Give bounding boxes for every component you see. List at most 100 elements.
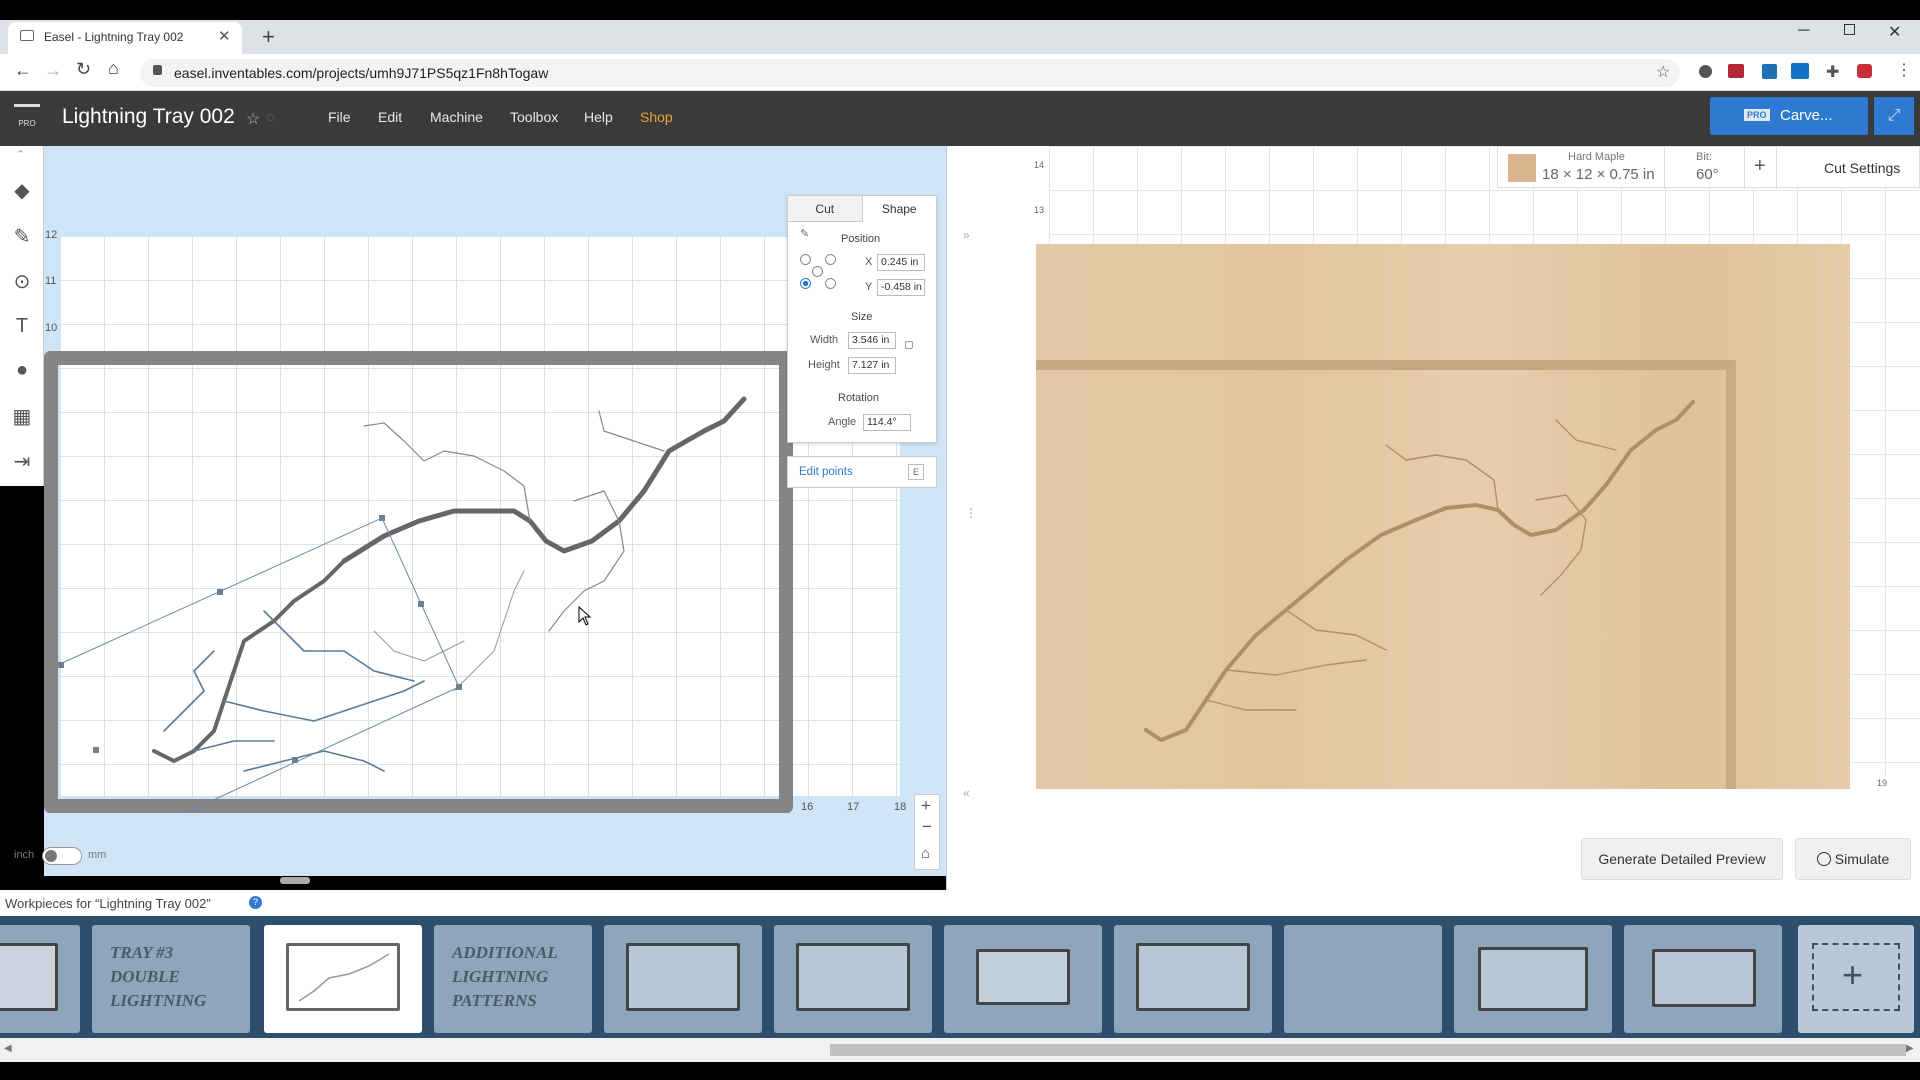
- new-tab-icon[interactable]: +: [262, 24, 275, 50]
- zoom-home-icon[interactable]: ⌂: [921, 845, 930, 862]
- sep-3: [1776, 147, 1777, 189]
- pen-icon[interactable]: ✎: [6, 220, 38, 252]
- tab-shape[interactable]: Shape: [863, 196, 937, 222]
- bookmark-star-icon[interactable]: ☆: [1656, 62, 1670, 82]
- lightning-design[interactable]: [44, 351, 793, 813]
- zoom-out-icon[interactable]: −: [922, 817, 932, 837]
- height-input[interactable]: 7.127 in: [848, 357, 896, 374]
- restore-icon[interactable]: [1844, 24, 1855, 35]
- anchor-bottom-right[interactable]: [825, 278, 836, 289]
- reload-icon[interactable]: ↻: [76, 59, 91, 80]
- menu-toolbox[interactable]: Toolbox: [510, 109, 558, 125]
- point-icon[interactable]: ⊙: [6, 265, 38, 297]
- home-icon[interactable]: ⌂: [108, 58, 119, 79]
- browser-tab-bar: [0, 20, 1920, 54]
- menu-file[interactable]: File: [328, 109, 351, 125]
- zoom-in-icon[interactable]: +: [921, 796, 931, 816]
- workpiece-thumb[interactable]: [944, 925, 1102, 1033]
- workpiece-thumb[interactable]: [1114, 925, 1272, 1033]
- forward-icon[interactable]: →: [44, 60, 62, 81]
- workpiece-thumb[interactable]: TRAY #3 DOUBLE LIGHTNING: [92, 925, 250, 1033]
- pin-icon[interactable]: ✎: [800, 227, 809, 240]
- browser-tab[interactable]: Easel - Lightning Tray 002 ✕: [8, 22, 242, 54]
- import-icon[interactable]: ⇥: [6, 445, 38, 477]
- tab-close-icon[interactable]: ✕: [218, 27, 231, 45]
- extension-circle-icon[interactable]: [1699, 65, 1712, 78]
- page-h-scrollbar[interactable]: ◀ ▶: [0, 1038, 1920, 1062]
- width-input[interactable]: 3.546 in: [848, 332, 896, 349]
- shapes-icon[interactable]: ◆: [6, 174, 38, 206]
- generate-preview-button[interactable]: Generate Detailed Preview: [1581, 838, 1783, 880]
- cut-settings-button[interactable]: Cut Settings: [1824, 160, 1900, 176]
- menu-help[interactable]: Help: [584, 109, 613, 125]
- anchor-bottom-left[interactable]: [800, 278, 811, 289]
- collapse-left-icon[interactable]: «: [963, 786, 970, 800]
- workpiece-thumb[interactable]: [1284, 925, 1442, 1033]
- size-label: Size: [851, 311, 873, 323]
- collapse-tools-icon[interactable]: ⌃: [16, 148, 25, 161]
- add-workpiece-button[interactable]: +: [1798, 925, 1914, 1033]
- aspect-lock-icon[interactable]: [905, 341, 913, 349]
- apps-apple-icon[interactable]: ●: [6, 354, 38, 386]
- unit-toggle-knob: [45, 850, 57, 862]
- pane-divider[interactable]: » ⋮ «: [946, 146, 977, 890]
- collapse-right-icon[interactable]: »: [963, 228, 970, 242]
- bit-value[interactable]: 60°: [1696, 166, 1719, 183]
- material-size[interactable]: 18 × 12 × 0.75 in: [1542, 166, 1655, 183]
- material-swatch[interactable]: [1508, 154, 1536, 182]
- expand-preview-button[interactable]: ⤢: [1874, 97, 1914, 135]
- anchor-center[interactable]: [812, 266, 823, 277]
- extension-new-icon[interactable]: [1791, 63, 1809, 79]
- minimize-icon[interactable]: ─: [1798, 22, 1809, 40]
- text-icon[interactable]: T: [6, 310, 38, 342]
- workpiece-outline: [0, 943, 58, 1011]
- browser-menu-icon[interactable]: ⋮: [1896, 60, 1912, 80]
- carve-button[interactable]: PRO Carve...: [1710, 97, 1868, 135]
- add-bit-button[interactable]: +: [1754, 155, 1766, 178]
- extension-pocket-icon[interactable]: [1857, 64, 1872, 78]
- scroll-right-icon[interactable]: ▶: [1906, 1043, 1914, 1054]
- angle-input[interactable]: 114.4°: [863, 414, 911, 431]
- sep-2: [1744, 147, 1745, 189]
- parts-icon[interactable]: ▦: [6, 400, 38, 432]
- workpiece-thumb-selected[interactable]: [264, 925, 422, 1033]
- edit-points-button[interactable]: Edit points E: [787, 456, 937, 488]
- scroll-left-icon[interactable]: ◀: [4, 1043, 12, 1054]
- y-input[interactable]: -0.458 in: [877, 279, 925, 296]
- workpiece-label: ADDITIONAL LIGHTNING PATTERNS: [452, 943, 558, 1010]
- workpiece-thumb[interactable]: [1624, 925, 1782, 1033]
- unit-toggle[interactable]: [42, 847, 82, 865]
- sep-1: [1664, 147, 1665, 189]
- workpiece-thumb[interactable]: [774, 925, 932, 1033]
- menu-machine[interactable]: Machine: [430, 109, 483, 125]
- url-field[interactable]: easel.inventables.com/projects/umh9J71PS…: [140, 59, 1680, 87]
- menu-edit[interactable]: Edit: [378, 109, 402, 125]
- simulate-button[interactable]: Simulate: [1795, 838, 1911, 880]
- favorite-star-icon[interactable]: ☆: [246, 109, 260, 129]
- trello-icon[interactable]: [1762, 64, 1777, 79]
- window-close-icon[interactable]: ✕: [1888, 22, 1901, 42]
- workpiece-thumb[interactable]: ADDITIONAL LIGHTNING PATTERNS: [434, 925, 592, 1033]
- back-icon[interactable]: ←: [14, 60, 32, 81]
- anchor-top-right[interactable]: [825, 254, 836, 265]
- workpiece-thumb[interactable]: [0, 925, 80, 1033]
- anchor-top-left[interactable]: [800, 254, 811, 265]
- workpiece-thumb[interactable]: [1454, 925, 1612, 1033]
- easel-logo[interactable]: PRO: [14, 104, 40, 130]
- anchor-selector[interactable]: [800, 254, 840, 290]
- material-name[interactable]: Hard Maple: [1568, 151, 1625, 163]
- menu-shop[interactable]: Shop: [640, 109, 673, 125]
- x-label: X: [865, 256, 873, 268]
- workpiece-lightning-icon: [298, 953, 390, 1002]
- workpiece-label: TRAY #3 DOUBLE LIGHTNING: [110, 943, 207, 1010]
- extension-red-icon[interactable]: [1728, 64, 1744, 78]
- puzzle-icon[interactable]: ✚: [1826, 62, 1839, 82]
- tab-cut[interactable]: Cut: [788, 196, 863, 222]
- workpiece-thumb[interactable]: [604, 925, 762, 1033]
- help-icon[interactable]: ?: [249, 896, 262, 909]
- project-title[interactable]: Lightning Tray 002: [62, 105, 235, 129]
- x-input[interactable]: 0.245 in: [877, 254, 925, 271]
- workpieces-dropdown[interactable]: Workpieces for “Lightning Tray 002”: [5, 896, 211, 911]
- scroll-thumb[interactable]: [830, 1044, 1906, 1056]
- canvas-h-scrollbar-thumb[interactable]: [280, 877, 310, 884]
